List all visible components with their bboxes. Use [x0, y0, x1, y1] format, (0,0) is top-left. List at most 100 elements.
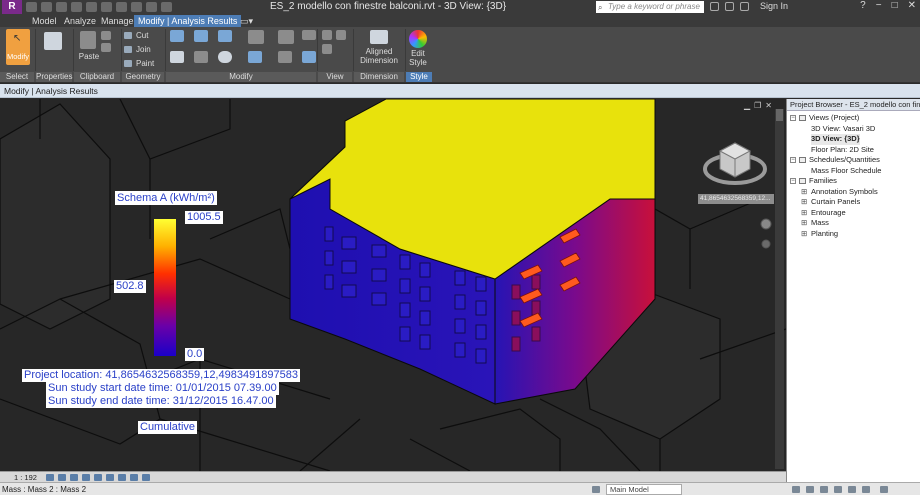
delete-icon[interactable] — [302, 51, 316, 63]
tree-item-3d-vasari[interactable]: 3D View: Vasari 3D — [787, 124, 920, 135]
temporary-hide-icon[interactable] — [130, 474, 138, 481]
paint-button[interactable]: Paint — [124, 58, 154, 69]
help-icon[interactable]: ? — [860, 0, 866, 11]
collapse-icon[interactable]: − — [790, 157, 796, 163]
sign-in-button[interactable]: Sign In — [760, 1, 788, 11]
search-input[interactable]: ⌕ Type a keyword or phrase — [596, 1, 704, 13]
viewport-minimize-icon[interactable]: ▁ — [744, 101, 750, 110]
open-icon[interactable] — [26, 2, 37, 12]
select-links-icon[interactable] — [806, 486, 814, 493]
panel-properties[interactable]: Properties — [36, 72, 72, 82]
rotate-icon[interactable] — [218, 51, 232, 63]
active-workset-select[interactable]: Main Model — [606, 484, 682, 495]
3d-view-icon[interactable] — [116, 2, 127, 12]
modify-button[interactable]: ↖ Modify — [6, 29, 30, 65]
text-icon[interactable] — [146, 2, 157, 12]
copy-element-icon[interactable] — [194, 51, 208, 63]
collapse-icon[interactable]: − — [790, 115, 796, 121]
tree-item-families[interactable]: − Families — [787, 176, 920, 187]
pin-icon[interactable] — [278, 51, 292, 63]
select-by-face-icon[interactable] — [848, 486, 856, 493]
expand-icon[interactable]: ⊞ — [801, 187, 807, 198]
minimize-icon[interactable]: − — [876, 0, 882, 11]
hide-icon[interactable] — [322, 30, 332, 40]
show-crop-icon[interactable] — [106, 474, 114, 481]
tree-item-3d-view[interactable]: 3D View: {3D} — [787, 134, 920, 145]
undo-icon[interactable] — [56, 2, 67, 12]
copy-icon[interactable] — [101, 31, 111, 40]
filter-count-icon[interactable] — [880, 486, 888, 493]
mirror-axis-icon[interactable] — [218, 30, 232, 42]
expand-icon[interactable]: ⊞ — [801, 208, 807, 219]
save-icon[interactable] — [41, 2, 52, 12]
shadows-icon[interactable] — [82, 474, 90, 481]
linework-icon[interactable] — [322, 44, 332, 54]
scale-icon[interactable] — [302, 30, 316, 40]
ribbon-minimize-icon[interactable]: ▭▾ — [236, 15, 257, 27]
edit-style-icon[interactable] — [409, 30, 427, 48]
panel-style[interactable]: Style — [406, 72, 432, 82]
binoculars-icon[interactable] — [710, 2, 719, 11]
select-pinned-icon[interactable] — [834, 486, 842, 493]
tree-item-floor-plan[interactable]: Floor Plan: 2D Site — [787, 145, 920, 156]
tree-item-annotation-symbols[interactable]: ⊞ Annotation Symbols — [787, 187, 920, 198]
filter-icon[interactable] — [792, 486, 800, 493]
expand-icon[interactable]: ⊞ — [801, 197, 807, 208]
tree-item-mass-floor-schedule[interactable]: Mass Floor Schedule — [787, 166, 920, 177]
panel-dimension[interactable]: Dimension — [354, 72, 404, 82]
maximize-icon[interactable]: □ — [892, 0, 898, 11]
array-icon[interactable] — [278, 30, 294, 44]
sun-path-icon[interactable] — [70, 474, 78, 481]
paste-icon[interactable] — [80, 31, 96, 49]
drag-elements-icon[interactable] — [862, 486, 870, 493]
aligned-dimension-button[interactable]: Aligned Dimension — [356, 47, 402, 65]
tab-manage[interactable]: Manage — [97, 15, 138, 27]
properties-icon[interactable] — [44, 32, 62, 50]
tree-item-schedules[interactable]: − Schedules/Quantities — [787, 155, 920, 166]
override-graphics-icon[interactable] — [336, 30, 346, 40]
3d-viewport[interactable]: ▁ ❐ ✕ 41,8654632568359,12... Schema A (k… — [0, 99, 786, 471]
redo-icon[interactable] — [71, 2, 82, 12]
move-icon[interactable] — [170, 51, 184, 63]
edit-style-button[interactable]: Edit Style — [404, 49, 432, 67]
expand-icon[interactable]: ⊞ — [801, 218, 807, 229]
detail-level-icon[interactable] — [46, 474, 54, 481]
panel-clipboard[interactable]: Clipboard — [74, 72, 120, 82]
tree-item-curtain-panels[interactable]: ⊞ Curtain Panels — [787, 197, 920, 208]
print-icon[interactable] — [86, 2, 97, 12]
panel-geometry[interactable]: Geometry — [122, 72, 164, 82]
panel-modify[interactable]: Modify — [166, 72, 316, 82]
split-icon[interactable] — [248, 30, 264, 44]
cut-button[interactable]: Cut — [124, 30, 148, 41]
app-logo-icon[interactable]: R — [2, 0, 22, 14]
offset-icon[interactable] — [194, 30, 208, 42]
star-icon[interactable] — [740, 2, 749, 11]
worksets-icon[interactable] — [592, 486, 600, 493]
select-underlay-icon[interactable] — [820, 486, 828, 493]
tab-analyze[interactable]: Analyze — [60, 15, 100, 27]
scrollbar-thumb[interactable] — [776, 109, 783, 121]
viewport-close-icon[interactable]: ✕ — [765, 101, 772, 110]
tree-item-entourage[interactable]: ⊞ Entourage — [787, 208, 920, 219]
close-hidden-icon[interactable] — [161, 2, 172, 12]
visual-style-icon[interactable] — [58, 474, 66, 481]
close-icon[interactable]: ✕ — [908, 0, 916, 11]
tree-item-views[interactable]: − Views (Project) — [787, 113, 920, 124]
view-cube[interactable] — [703, 142, 767, 185]
measure-icon[interactable] — [101, 2, 112, 12]
reveal-hidden-icon[interactable] — [142, 474, 150, 481]
tab-modify-analysis-results[interactable]: Modify | Analysis Results — [134, 15, 242, 27]
crop-view-icon[interactable] — [94, 474, 102, 481]
trim-icon[interactable] — [248, 51, 262, 63]
tree-item-mass[interactable]: ⊞ Mass — [787, 218, 920, 229]
navigation-bar[interactable] — [760, 218, 772, 249]
panel-view[interactable]: View — [318, 72, 352, 82]
subscription-icon[interactable] — [725, 2, 734, 11]
panel-select[interactable]: Select — [0, 72, 34, 82]
tree-item-planting[interactable]: ⊞ Planting — [787, 229, 920, 240]
lock-view-icon[interactable] — [118, 474, 126, 481]
vertical-scrollbar[interactable] — [775, 109, 784, 469]
aligned-dimension-icon[interactable] — [370, 30, 388, 44]
viewport-restore-icon[interactable]: ❐ — [754, 101, 761, 110]
join-button[interactable]: Join — [124, 44, 151, 55]
